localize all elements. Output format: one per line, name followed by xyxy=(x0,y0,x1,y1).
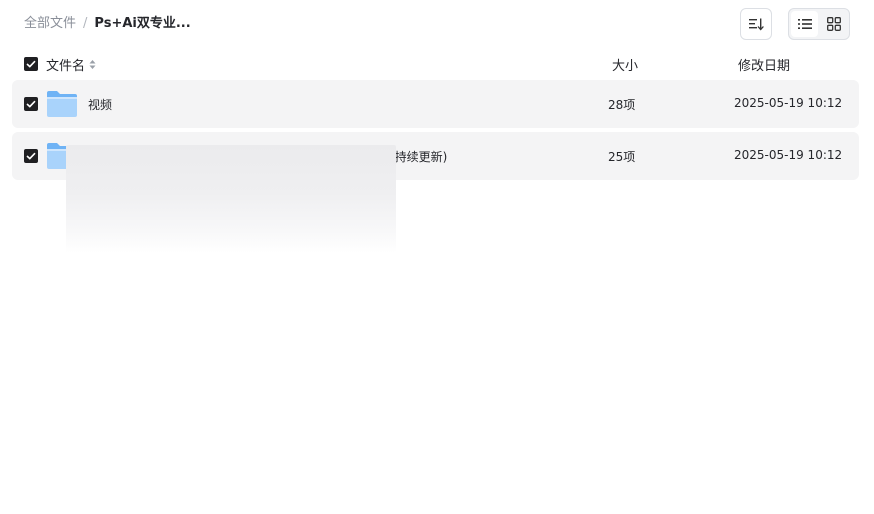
row-checkbox[interactable] xyxy=(24,97,38,111)
row-checkbox[interactable] xyxy=(24,149,38,163)
file-date: 2025-05-19 10:12 xyxy=(734,96,843,110)
list-view-icon xyxy=(797,19,812,29)
file-date: 2025-05-19 10:12 xyxy=(734,148,843,162)
file-name[interactable]: (持续更新) xyxy=(390,148,447,165)
file-browser: 全部文件 / Ps+Ai双专业... 文件名 大小 修改日期 视频 28项 20… xyxy=(0,0,874,514)
check-icon xyxy=(26,152,36,160)
list-view-button[interactable] xyxy=(791,11,818,37)
column-header-name[interactable]: 文件名 xyxy=(46,55,96,74)
column-header-name-label: 文件名 xyxy=(46,59,86,74)
breadcrumb: 全部文件 / Ps+Ai双专业... xyxy=(24,15,191,33)
breadcrumb-current: Ps+Ai双专业... xyxy=(94,16,191,31)
file-size: 25项 xyxy=(608,150,636,164)
sort-caret-icon xyxy=(89,60,96,69)
grid-view-icon xyxy=(826,17,841,31)
folder-icon xyxy=(47,91,77,117)
select-all-checkbox[interactable] xyxy=(24,57,38,71)
breadcrumb-root[interactable]: 全部文件 xyxy=(24,15,76,33)
column-header-size[interactable]: 大小 xyxy=(612,55,638,74)
list-header: 文件名 大小 修改日期 xyxy=(12,52,859,76)
grid-view-button[interactable] xyxy=(820,11,847,37)
redaction-overlay xyxy=(66,145,396,253)
file-row[interactable]: 视频 28项 2025-05-19 10:12 xyxy=(12,80,859,128)
file-name[interactable]: 视频 xyxy=(88,96,112,113)
view-toggle xyxy=(788,8,850,40)
check-icon xyxy=(26,60,36,68)
top-bar: 全部文件 / Ps+Ai双专业... xyxy=(0,0,874,48)
breadcrumb-separator: / xyxy=(83,16,88,31)
file-size: 28项 xyxy=(608,98,636,112)
column-header-date[interactable]: 修改日期 xyxy=(738,55,790,74)
sort-button[interactable] xyxy=(740,8,772,40)
check-icon xyxy=(26,100,36,108)
sort-icon xyxy=(749,18,764,31)
